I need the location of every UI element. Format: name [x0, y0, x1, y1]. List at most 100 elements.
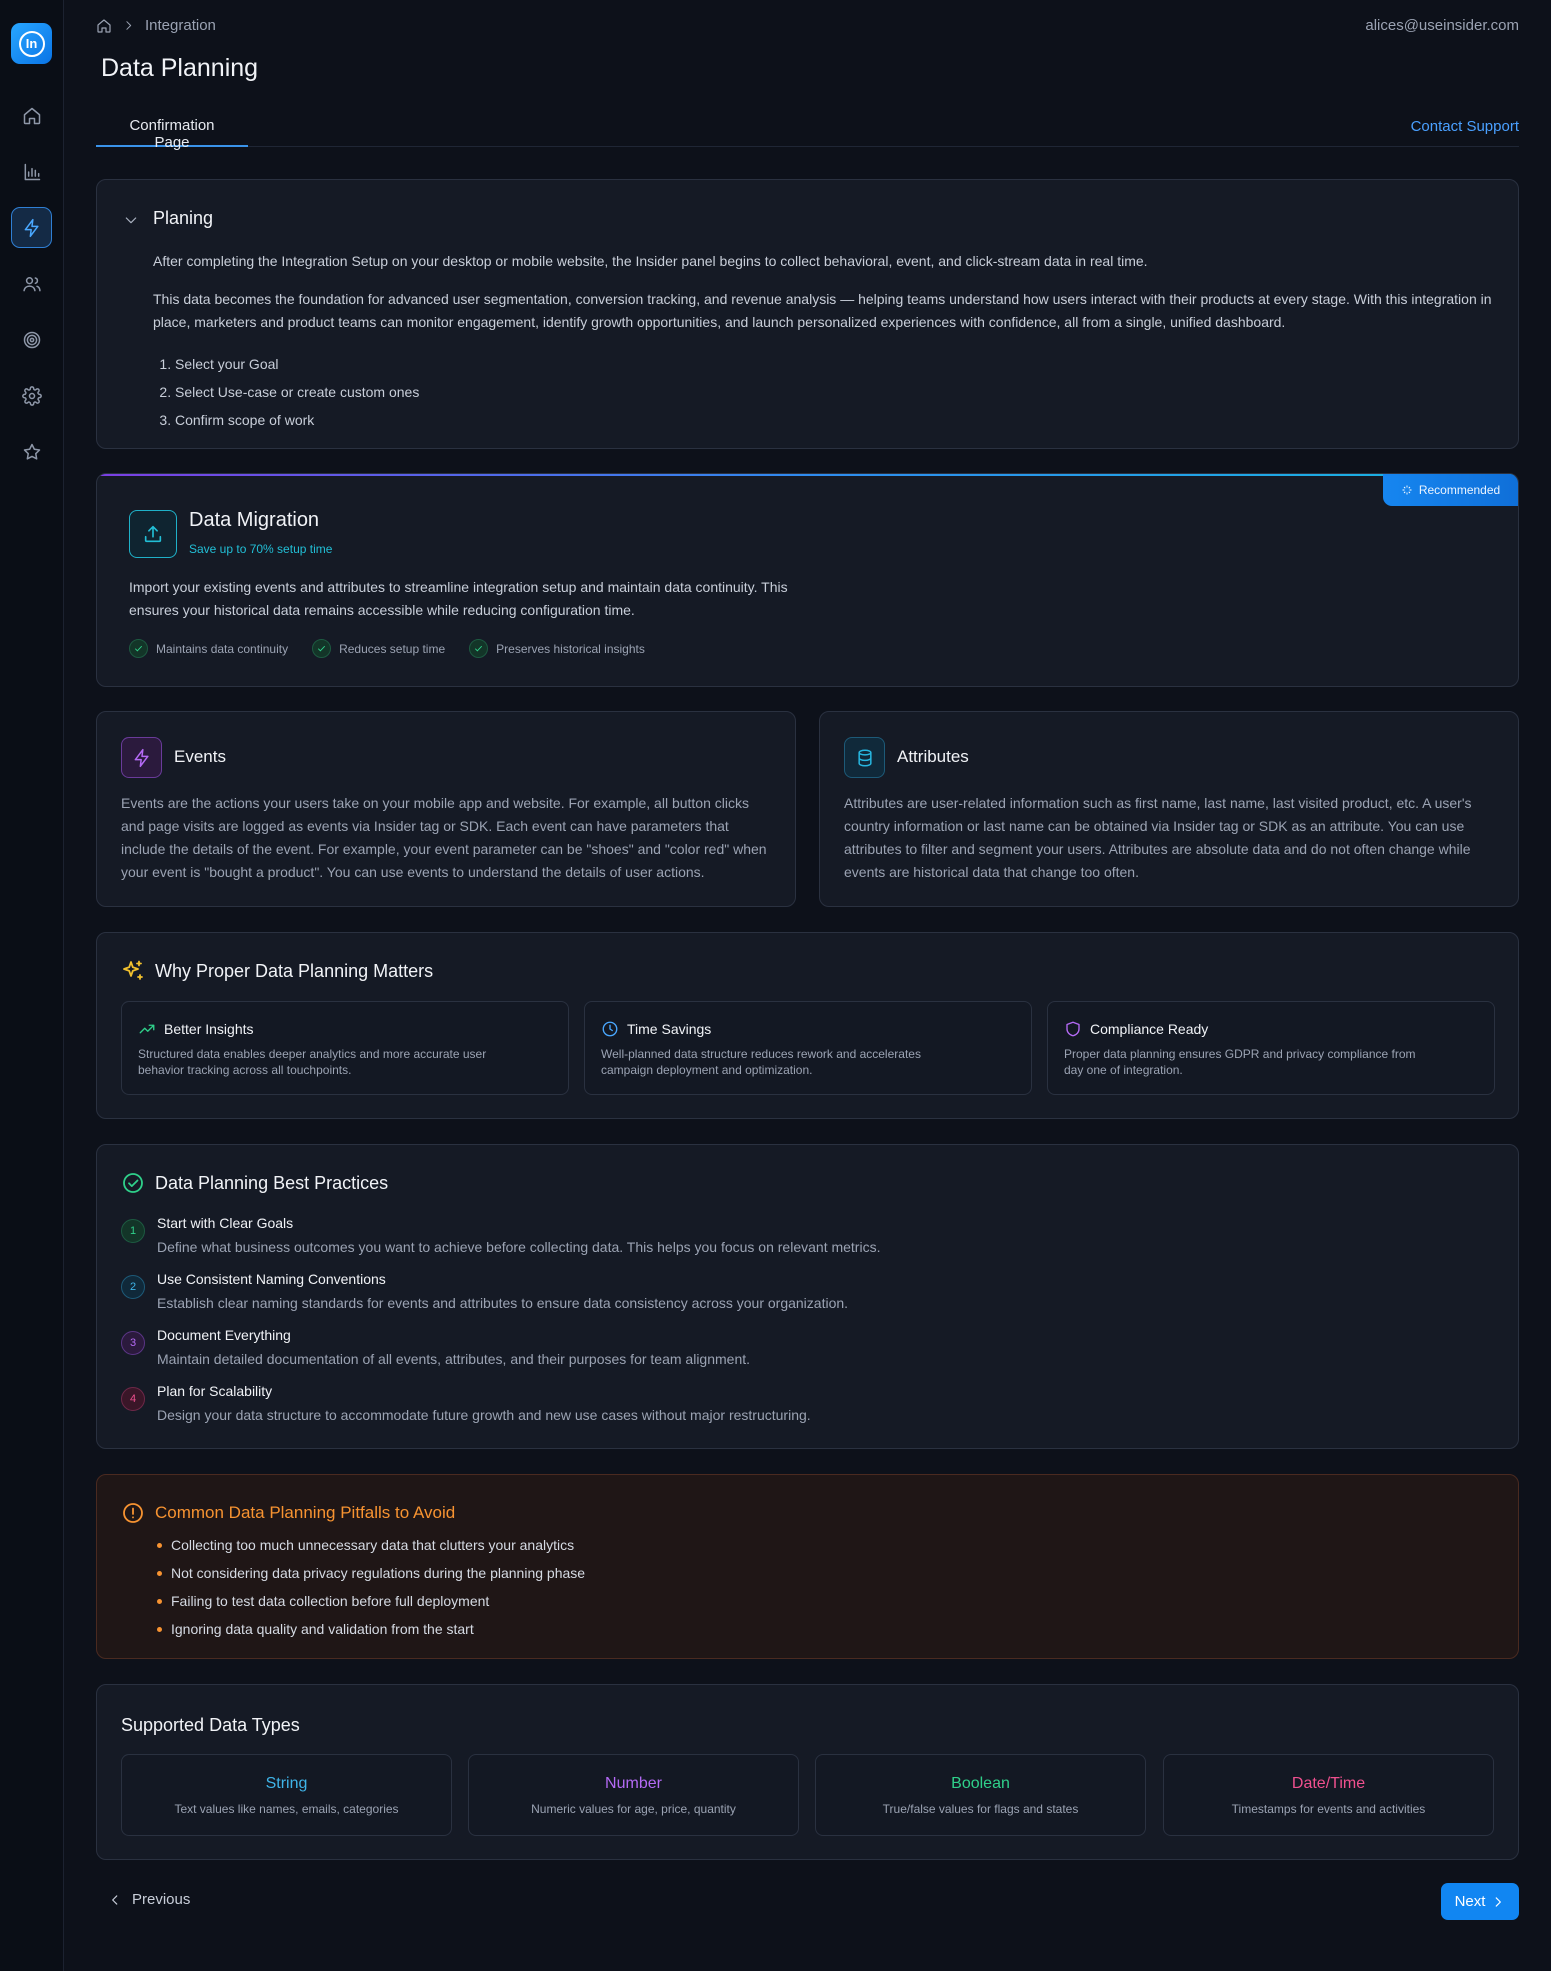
upload-icon	[144, 525, 162, 543]
nav-integration[interactable]	[11, 207, 52, 248]
target-icon	[23, 331, 40, 348]
data-type-name: Boolean	[951, 1775, 1010, 1792]
planing-paragraph: This data becomes the foundation for adv…	[153, 291, 1492, 330]
recommended-label: Recommended	[1418, 483, 1501, 497]
next-label: Next	[1454, 1893, 1486, 1910]
nav-favorites[interactable]	[11, 431, 52, 472]
chevron-down-icon[interactable]	[123, 212, 139, 228]
attributes-icon-box	[844, 737, 885, 778]
data-type-number: Number Numeric values for age, price, qu…	[468, 1754, 799, 1836]
why-item-time-savings: Time Savings Well-planned data structure…	[584, 1001, 1032, 1095]
attributes-card: Attributes Attributes are user-related i…	[819, 711, 1519, 907]
star-icon	[23, 443, 40, 460]
pitfalls-card: Common Data Planning Pitfalls to Avoid C…	[96, 1474, 1519, 1659]
clock-icon	[602, 1021, 618, 1037]
breadcrumb-current[interactable]: Integration	[145, 17, 216, 34]
data-type-desc: True/false values for flags and states	[882, 1802, 1079, 1816]
practice-desc: Define what business outcomes you want t…	[157, 1239, 881, 1255]
pitfalls-title: Common Data Planning Pitfalls to Avoid	[155, 1503, 456, 1522]
migration-description: Import your existing events and attribut…	[129, 579, 788, 618]
recommended-badge: Recommended	[1383, 474, 1518, 506]
practice-desc: Maintain detailed documentation of all e…	[157, 1351, 751, 1367]
chevron-left-icon	[112, 1894, 118, 1905]
contact-support-link[interactable]: Contact Support	[1411, 118, 1519, 135]
step-item: Select your Goal	[175, 350, 419, 378]
best-practices-card: Data Planning Best Practices 1 Start wit…	[96, 1144, 1519, 1449]
feature-label: Reduces setup time	[339, 641, 446, 656]
breadcrumb: Integration	[96, 17, 216, 34]
shield-icon	[1066, 1021, 1080, 1037]
bar-chart-icon	[24, 163, 40, 180]
tab-confirmation-page[interactable]: Confirmation Page	[96, 110, 248, 151]
check-circle-icon	[469, 639, 489, 658]
check-circle-icon	[312, 639, 332, 658]
why-item-desc: Well-planned data structure reduces rewo…	[601, 1047, 921, 1077]
pitfall-item: Collecting too much unnecessary data tha…	[157, 1531, 585, 1559]
step-number-badge: 1	[121, 1219, 145, 1243]
logo-mark: In	[18, 30, 45, 57]
nav-targeting[interactable]	[11, 319, 52, 360]
events-description: Events are the actions your users take o…	[121, 795, 767, 880]
gear-icon	[21, 385, 42, 406]
practice-title: Document Everything	[157, 1327, 291, 1343]
chevron-right-icon	[1496, 1896, 1502, 1907]
feature-label: Preserves historical insights	[496, 641, 645, 656]
nav-settings[interactable]	[11, 375, 52, 416]
why-title: Why Proper Data Planning Matters	[155, 960, 434, 981]
practice-title: Plan for Scalability	[157, 1383, 273, 1399]
data-type-name: String	[265, 1775, 308, 1792]
user-email[interactable]: alices@useinsider.com	[1365, 17, 1519, 34]
why-item-title: Time Savings	[627, 1021, 712, 1037]
alert-circle-icon	[123, 1503, 143, 1523]
data-type-desc: Text values like names, emails, categori…	[174, 1802, 399, 1816]
home-icon[interactable]	[96, 18, 112, 34]
pitfalls-header: Common Data Planning Pitfalls to Avoid	[121, 1501, 455, 1525]
planing-steps: Select your Goal Select Use-case or crea…	[175, 350, 419, 434]
data-type-name: Date/Time	[1291, 1775, 1366, 1792]
why-planning-card: Why Proper Data Planning Matters Better …	[96, 932, 1519, 1119]
why-item-desc: Structured data enables deeper analytics…	[138, 1047, 487, 1077]
step-number-badge: 3	[121, 1331, 145, 1355]
migration-features: Maintains data continuity Reduces setup …	[129, 639, 645, 658]
previous-label: Previous	[132, 1891, 191, 1908]
next-button[interactable]: Next	[1441, 1883, 1519, 1920]
pitfall-item: Failing to test data collection before f…	[157, 1587, 585, 1615]
events-icon-box	[121, 737, 162, 778]
feature-item: Reduces setup time	[312, 639, 445, 658]
best-practices-title: Data Planning Best Practices	[155, 1172, 389, 1193]
previous-button[interactable]: Previous	[108, 1891, 190, 1908]
chevron-right-icon	[126, 21, 132, 30]
tabs-bar: Confirmation Page Contact Support	[96, 110, 1519, 151]
attributes-title: Attributes	[897, 747, 969, 766]
planing-paragraph: After completing the Integration Setup o…	[153, 253, 1148, 269]
best-practices-header: Data Planning Best Practices	[121, 1171, 388, 1195]
nav-analytics[interactable]	[11, 151, 52, 192]
data-types-title: Supported Data Types	[121, 1715, 300, 1735]
migration-title: Data Migration	[189, 509, 320, 531]
step-item: Select Use-case or create custom ones	[175, 378, 419, 406]
practice-desc: Establish clear naming standards for eve…	[157, 1295, 849, 1311]
why-header: Why Proper Data Planning Matters	[121, 959, 433, 983]
feature-label: Maintains data continuity	[156, 641, 289, 656]
lightning-icon	[24, 218, 39, 237]
nav-users[interactable]	[11, 263, 52, 304]
home-icon	[23, 107, 40, 124]
why-item-better-insights: Better Insights Structured data enables …	[121, 1001, 569, 1095]
practice-title: Start with Clear Goals	[157, 1215, 294, 1231]
step-number-badge: 2	[121, 1275, 145, 1299]
why-item-header: Better Insights	[138, 1020, 254, 1038]
check-circle-icon	[129, 639, 148, 658]
practice-desc: Design your data structure to accommodat…	[157, 1407, 811, 1423]
why-item-desc: Proper data planning ensures GDPR and pr…	[1064, 1047, 1416, 1077]
data-types-card: Supported Data Types String Text values …	[96, 1684, 1519, 1860]
planing-title[interactable]: Planing	[153, 208, 213, 229]
why-item-title: Better Insights	[164, 1021, 254, 1037]
pitfall-item: Not considering data privacy regulations…	[157, 1559, 585, 1587]
app-logo[interactable]: In	[11, 23, 52, 64]
pitfalls-list: Collecting too much unnecessary data tha…	[157, 1531, 585, 1643]
nav-home[interactable]	[11, 95, 52, 136]
check-circle-icon	[123, 1173, 143, 1193]
practice-title: Use Consistent Naming Conventions	[157, 1271, 386, 1287]
trending-up-icon	[139, 1024, 155, 1034]
data-migration-card[interactable]: Recommended Data Migration Save up to 70…	[96, 473, 1519, 687]
